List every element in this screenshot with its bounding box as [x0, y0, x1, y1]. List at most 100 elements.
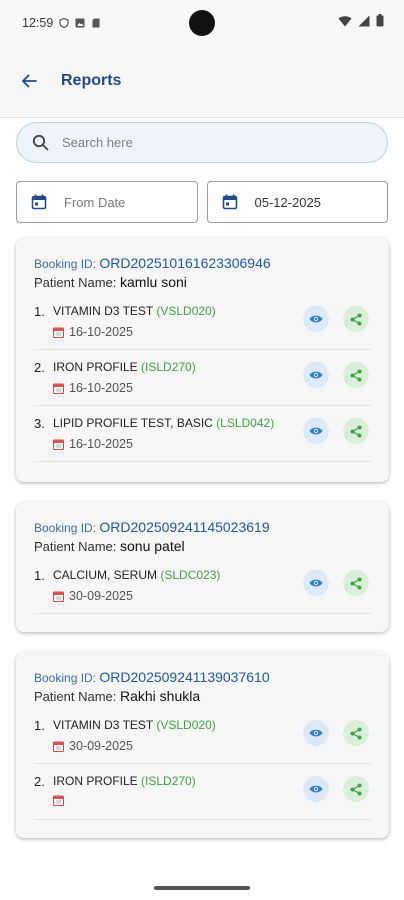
test-number: 1.: [34, 568, 45, 583]
share-icon: [350, 577, 362, 589]
test-date: 30-09-2025: [69, 739, 133, 753]
calendar-icon: [53, 591, 64, 602]
patient-name-label: Patient Name:: [34, 275, 117, 290]
test-number: 1.: [34, 718, 45, 733]
test-name-line: IRON PROFILE (ISLD270): [53, 774, 196, 788]
to-date-field[interactable]: 05-12-2025: [206, 181, 388, 223]
view-report-button[interactable]: [303, 570, 329, 596]
patient-name: kamlu soni: [120, 274, 187, 290]
test-date-line: [53, 795, 69, 806]
patient-line: Patient Name: kamlu soni: [34, 274, 371, 290]
calendar-icon: [31, 194, 47, 210]
booking-id-label: Booking ID:: [34, 671, 97, 685]
arrow-left-icon: [22, 74, 37, 88]
search-bar[interactable]: [16, 122, 388, 163]
share-icon: [350, 313, 362, 325]
booking-id-label: Booking ID:: [34, 257, 97, 271]
test-name-line: CALCIUM, SERUM (SLDC023): [53, 568, 220, 582]
back-button[interactable]: [18, 70, 40, 92]
calendar-icon: [53, 327, 64, 338]
test-row: 1. VITAMIN D3 TEST (VSLD020) 30-09-2025: [34, 708, 371, 764]
calendar-icon: [222, 194, 237, 210]
booking-id-label: Booking ID:: [34, 521, 97, 535]
test-number: 1.: [34, 304, 45, 319]
patient-line: Patient Name: Rakhi shukla: [34, 688, 371, 704]
share-icon: [350, 727, 362, 739]
test-row: 2. IRON PROFILE (ISLD270) 16-10-2025: [34, 350, 371, 406]
test-name-line: IRON PROFILE (ISLD270): [53, 360, 196, 374]
view-report-button[interactable]: [303, 362, 329, 388]
test-name: CALCIUM, SERUM: [53, 568, 158, 582]
test-row: 3. LIPID PROFILE TEST, BASIC (LSLD042) 1…: [34, 406, 371, 462]
test-date: 16-10-2025: [69, 325, 133, 339]
test-name: VITAMIN D3 TEST: [53, 718, 154, 732]
calendar-icon: [53, 439, 64, 450]
booking-id-line: Booking ID: ORD202510161623306946: [34, 255, 371, 271]
test-code: (ISLD270): [141, 774, 196, 788]
share-report-button[interactable]: [343, 362, 369, 388]
test-code: (LSLD042): [216, 416, 275, 430]
view-report-button[interactable]: [303, 720, 329, 746]
booking-card: Booking ID: ORD202510161623306946 Patien…: [16, 238, 389, 482]
view-report-button[interactable]: [303, 418, 329, 444]
share-icon: [350, 783, 362, 795]
test-code: (VSLD020): [156, 718, 216, 732]
status-time: 12:59: [22, 15, 54, 30]
test-number: 2.: [34, 360, 45, 375]
eye-icon: [309, 427, 323, 435]
search-input[interactable]: [62, 135, 342, 150]
booking-id-line: Booking ID: ORD202509241145023619: [34, 519, 371, 535]
battery-icon: [376, 14, 384, 27]
test-name-line: VITAMIN D3 TEST (VSLD020): [53, 304, 216, 318]
app-bar: Reports: [0, 45, 404, 117]
share-icon: [350, 425, 362, 437]
test-name-line: LIPID PROFILE TEST, BASIC (LSLD042): [53, 416, 274, 430]
patient-line: Patient Name: sonu patel: [34, 538, 371, 554]
test-date-line: 16-10-2025: [53, 381, 133, 395]
patient-name-label: Patient Name:: [34, 539, 117, 554]
test-name: VITAMIN D3 TEST: [53, 304, 154, 318]
share-report-button[interactable]: [343, 418, 369, 444]
booking-id: ORD202510161623306946: [99, 255, 271, 271]
view-report-button[interactable]: [303, 306, 329, 332]
wifi-icon: [338, 15, 352, 26]
page-title: Reports: [61, 72, 122, 89]
test-code: (SLDC023): [160, 568, 221, 582]
calendar-icon: [53, 383, 64, 394]
test-row: 1. CALCIUM, SERUM (SLDC023) 30-09-2025: [34, 558, 371, 614]
test-number: 2.: [34, 774, 45, 789]
test-date-line: 16-10-2025: [53, 325, 133, 339]
eye-icon: [309, 785, 323, 793]
from-date-placeholder: From Date: [64, 194, 126, 210]
share-report-button[interactable]: [343, 720, 369, 746]
booking-card: Booking ID: ORD202509241145023619 Patien…: [16, 502, 389, 632]
calendar-icon: [53, 795, 64, 806]
image-icon: [75, 18, 85, 27]
test-row: 2. IRON PROFILE (ISLD270): [34, 764, 371, 820]
from-date-field[interactable]: From Date: [16, 181, 198, 223]
date-filter-row: From Date 05-12-2025: [16, 181, 388, 223]
gesture-navigation-bar[interactable]: [154, 886, 250, 890]
shield-icon: [59, 17, 69, 28]
test-date: 30-09-2025: [69, 589, 133, 603]
test-code: (VSLD020): [156, 304, 216, 318]
booking-id: ORD202509241139037610: [99, 669, 270, 685]
share-report-button[interactable]: [343, 570, 369, 596]
share-report-button[interactable]: [343, 306, 369, 332]
share-report-button[interactable]: [343, 776, 369, 802]
status-bar: 12:59: [0, 0, 404, 45]
share-icon: [350, 369, 362, 381]
test-date-line: 16-10-2025: [53, 437, 133, 451]
test-date-line: 30-09-2025: [53, 589, 133, 603]
test-code: (ISLD270): [141, 360, 196, 374]
to-date-value: 05-12-2025: [254, 194, 322, 210]
view-report-button[interactable]: [303, 776, 329, 802]
eye-icon: [309, 315, 323, 323]
patient-name-label: Patient Name:: [34, 689, 117, 704]
booking-id: ORD202509241145023619: [99, 519, 270, 535]
header-divider: [0, 117, 404, 118]
test-name: LIPID PROFILE TEST, BASIC: [53, 416, 213, 430]
patient-name: Rakhi shukla: [120, 688, 201, 704]
booking-id-line: Booking ID: ORD202509241139037610: [34, 669, 371, 685]
test-name: IRON PROFILE: [53, 774, 138, 788]
